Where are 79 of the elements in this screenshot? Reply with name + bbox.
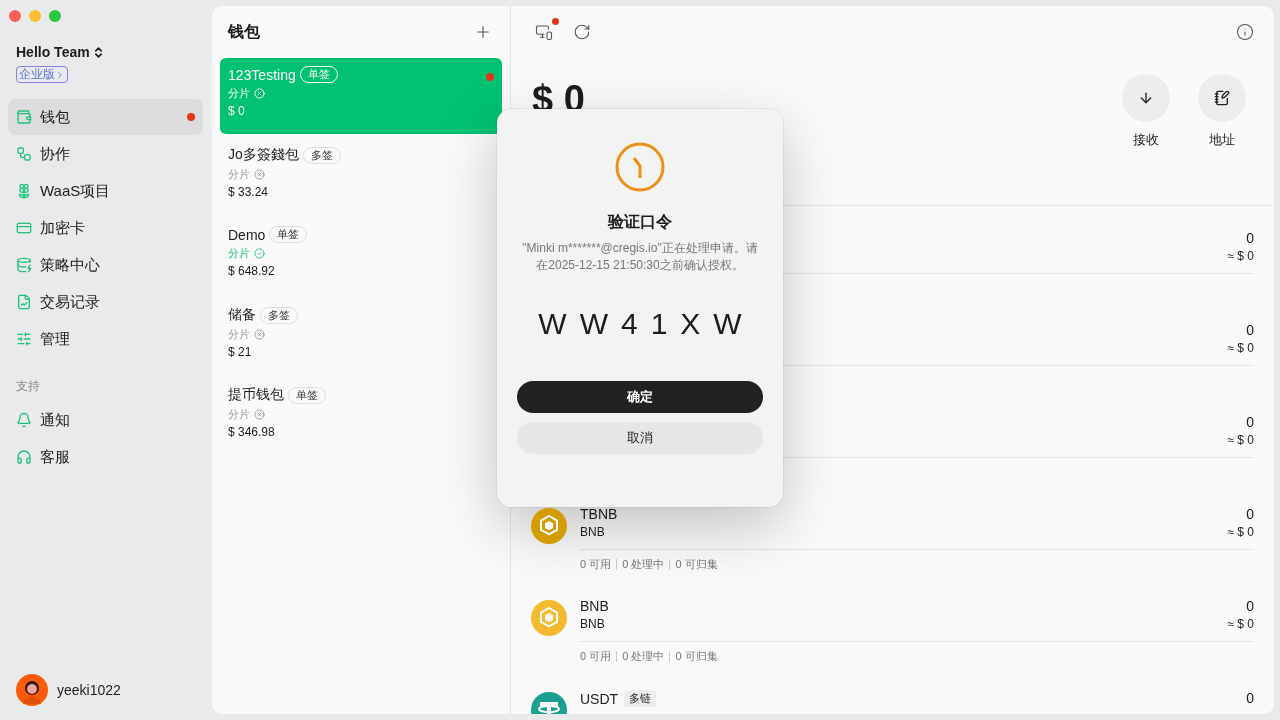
action-button[interactable]: 地址 <box>1198 74 1246 205</box>
wallet-name: 储备 <box>228 306 256 324</box>
nav-item[interactable]: 管理 <box>8 321 203 357</box>
shard-label: 分片 <box>228 327 250 342</box>
nav-item[interactable]: 交易记录 <box>8 284 203 320</box>
asset-amount: 0 <box>1246 598 1254 614</box>
close-button[interactable] <box>9 10 21 22</box>
nav-item[interactable]: WaaS项目 <box>8 173 203 209</box>
section-heading: 支持 <box>16 378 41 395</box>
wallet-card[interactable]: 储备 多签 分片 $ 21 <box>220 298 502 374</box>
asset-stat: 0 可归集 <box>675 649 718 664</box>
wallet-balance: $ 648.92 <box>228 264 276 278</box>
verification-code: WW41XW <box>538 307 755 341</box>
asset-name: BNB <box>580 598 609 614</box>
shard-label: 分片 <box>228 86 250 101</box>
chain-tag: 多链 <box>624 690 657 707</box>
network-name: BNB <box>580 617 605 631</box>
wallet-name: Jo多簽錢包 <box>228 146 299 164</box>
refresh-icon[interactable] <box>573 23 591 41</box>
wallet-card[interactable]: 提币钱包 单签 分片 $ 346.98 <box>220 378 502 454</box>
asset-stat: 0 可用 <box>580 557 612 572</box>
asset-value: ≈ $ 0 <box>1227 617 1254 631</box>
asset-stat: 0 处理中 <box>622 649 665 664</box>
asset-value: ≈ $ 0 <box>1227 249 1254 263</box>
workflow-icon <box>16 146 32 162</box>
asset-amount: 0 <box>1246 414 1254 430</box>
shard-label: 分片 <box>228 167 250 182</box>
wallet-balance: $ 21 <box>228 345 253 359</box>
asset-value: ≈ $ 0 <box>1227 525 1254 539</box>
flower-icon <box>16 183 32 199</box>
nav-item[interactable]: 协作 <box>8 136 203 172</box>
wallet-name: 提币钱包 <box>228 386 284 404</box>
asset-name: TBNB <box>580 506 618 522</box>
asset-amount: 0 <box>1246 230 1254 246</box>
asset-stat: 0 可归集 <box>675 557 718 572</box>
shard-label: 分片 <box>228 246 250 261</box>
nav-item[interactable]: 通知 <box>8 402 203 438</box>
asset-stat: 0 可用 <box>580 649 612 664</box>
info-icon[interactable] <box>1236 23 1254 41</box>
confirm-button[interactable]: 确定 <box>517 381 763 413</box>
asset-value: ≈ $ 0 <box>1227 433 1254 447</box>
nav-item[interactable]: 钱包 <box>8 99 203 135</box>
nav-item[interactable]: 策略中心 <box>8 247 203 283</box>
dialog-message: "Minki m*******@cregis.io"正在处理申请。请在2025-12-15 21:50:30之前确认授权。 <box>522 240 758 274</box>
asset-amount: 0 <box>1246 690 1254 706</box>
panel-title: 钱包 <box>228 21 260 42</box>
team-name[interactable]: Hello Team <box>16 44 90 60</box>
wallet-name: Demo <box>228 226 266 243</box>
plan-badge[interactable]: 企业版 <box>16 66 68 83</box>
asset-name: USDT <box>580 690 619 707</box>
sliders-icon <box>16 331 32 347</box>
shard-label: 分片 <box>228 407 250 422</box>
asset-stat: 0 处理中 <box>622 557 665 572</box>
asset-amount: 0 <box>1246 506 1254 522</box>
nav-item[interactable]: 客服 <box>8 439 203 475</box>
asset-amount: 0 <box>1246 322 1254 338</box>
asset-value: ≈ $ 0 <box>1227 341 1254 355</box>
wallet-name: 123Testing <box>228 66 296 83</box>
add-icon[interactable] <box>474 23 492 41</box>
notebook-icon <box>1214 90 1230 106</box>
wallet-icon <box>16 109 32 125</box>
action-button[interactable]: 接收 <box>1122 74 1170 205</box>
clock-icon <box>615 142 665 192</box>
wallet-balance: $ 33.24 <box>228 185 270 199</box>
wallet-card[interactable]: Jo多簽錢包 多签 分片 $ 33.24 <box>220 138 502 214</box>
wallet-balance: $ 346.98 <box>228 425 276 439</box>
database-icon <box>16 257 32 273</box>
cancel-button[interactable]: 取消 <box>517 422 763 454</box>
wallet-card[interactable]: Demo 单签 分片 $ 648.92 <box>220 218 502 294</box>
wallet-balance: $ 0 <box>228 104 246 118</box>
headphones-icon <box>16 449 32 465</box>
chart-document-icon <box>16 294 32 310</box>
dialog-title: 验证口令 <box>608 212 672 232</box>
bell-icon <box>16 412 32 428</box>
nav-item[interactable]: 加密卡 <box>8 210 203 246</box>
user-name: yeeki1022 <box>57 682 121 698</box>
avatar[interactable] <box>16 674 48 706</box>
network-name: BNB <box>580 525 605 539</box>
card-icon <box>16 220 32 236</box>
